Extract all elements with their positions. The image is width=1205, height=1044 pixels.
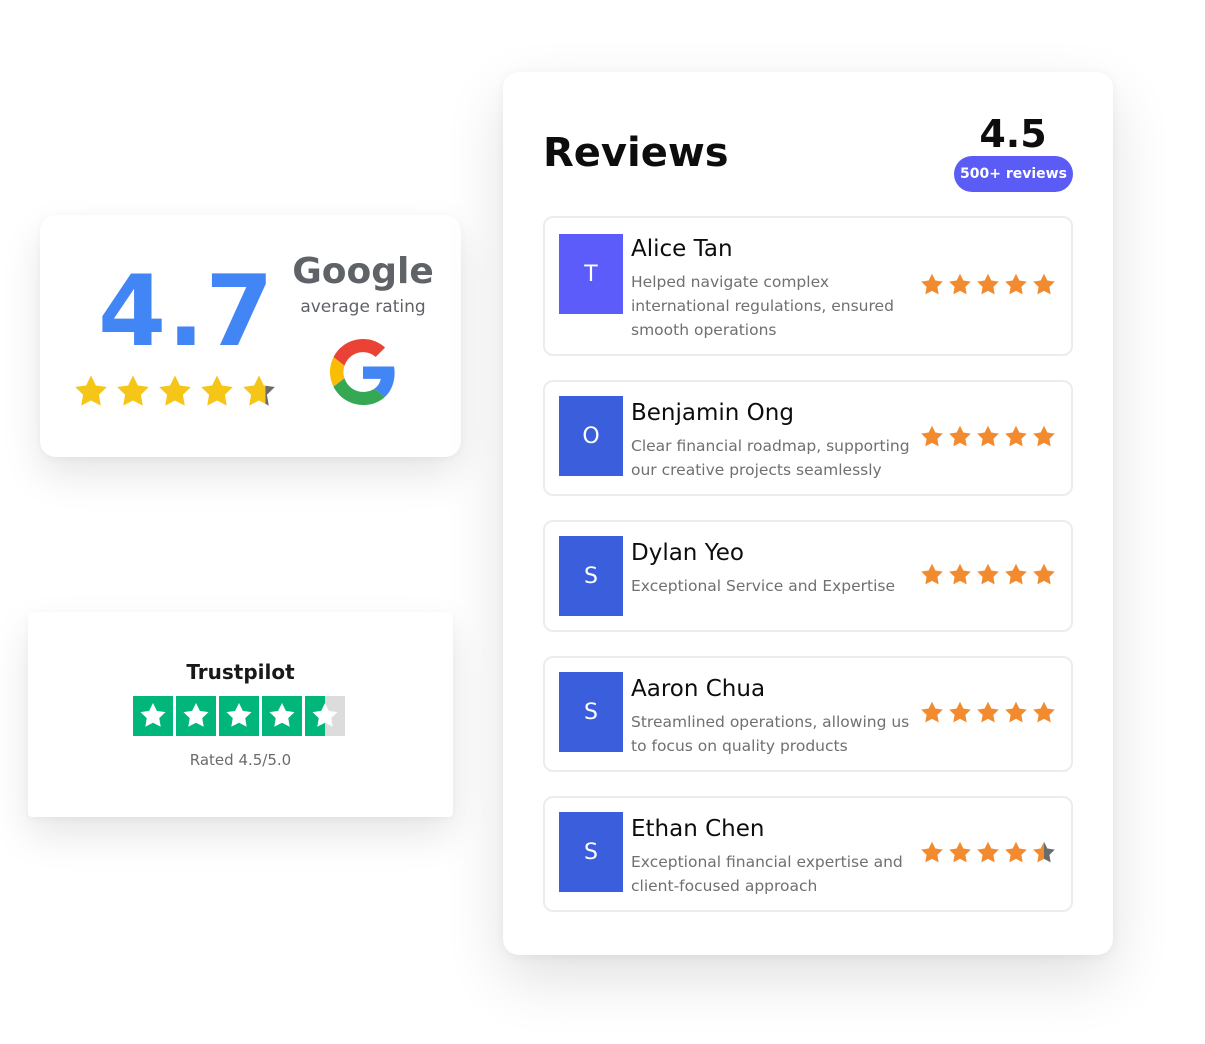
star-icon xyxy=(75,375,107,406)
avatar: S xyxy=(559,672,623,752)
review-text: Clear financial roadmap, supporting our … xyxy=(631,437,910,479)
trustpilot-star-box xyxy=(219,696,259,736)
star-icon xyxy=(977,425,999,447)
star-icon xyxy=(1033,425,1055,447)
avatar: T xyxy=(559,234,623,314)
review-count-badge: 500+ reviews xyxy=(954,156,1073,192)
review-text: Exceptional Service and Expertise xyxy=(631,577,896,595)
review-item: S Ethan Chen Exceptional financial exper… xyxy=(543,796,1073,912)
star-icon xyxy=(243,375,275,406)
review-item: S Aaron Chua Streamlined operations, all… xyxy=(543,656,1073,772)
reviewer-name: Benjamin Ong xyxy=(631,400,794,426)
google-rating-card: 4.7 Google average rating xyxy=(40,215,461,457)
trustpilot-star-box xyxy=(176,696,216,736)
google-wordmark: Google xyxy=(292,251,434,292)
star-icon xyxy=(183,703,209,727)
trustpilot-rated-text: Rated 4.5/5.0 xyxy=(189,751,292,769)
star-icon xyxy=(1033,563,1055,585)
review-stars xyxy=(919,272,1057,298)
star-icon xyxy=(140,703,166,727)
reviewer-name: Dylan Yeo xyxy=(631,540,744,566)
star-icon xyxy=(1005,841,1027,863)
trustpilot-star-box xyxy=(262,696,302,736)
star-icon xyxy=(921,273,943,295)
reviews-card: Reviews 4.5 500+ reviews T Alice Tan Hel… xyxy=(503,72,1113,955)
star-icon xyxy=(226,703,252,727)
review-item: S Dylan Yeo Exceptional Service and Expe… xyxy=(543,520,1073,632)
star-icon xyxy=(1005,701,1027,723)
star-icon xyxy=(921,701,943,723)
google-score: 4.7 xyxy=(98,255,275,369)
overall-score: 4.5 xyxy=(979,112,1047,156)
review-text: Exceptional financial expertise and clie… xyxy=(631,853,903,895)
star-icon xyxy=(977,563,999,585)
star-icon xyxy=(949,273,971,295)
review-stars xyxy=(919,840,1057,866)
star-icon xyxy=(977,841,999,863)
star-icon xyxy=(1033,701,1055,723)
avatar: O xyxy=(559,396,623,476)
star-icon xyxy=(1033,841,1055,863)
star-icon xyxy=(201,375,233,406)
star-icon xyxy=(977,273,999,295)
review-item: O Benjamin Ong Clear financial roadmap, … xyxy=(543,380,1073,496)
avatar: S xyxy=(559,536,623,616)
review-item: T Alice Tan Helped navigate complex inte… xyxy=(543,216,1073,356)
review-text: Helped navigate complex international re… xyxy=(631,273,894,339)
trustpilot-stars xyxy=(133,696,345,736)
star-icon xyxy=(159,375,191,406)
google-stars xyxy=(72,373,278,411)
avatar: S xyxy=(559,812,623,892)
reviewer-name: Ethan Chen xyxy=(631,816,765,842)
google-subtitle: average rating xyxy=(300,297,426,317)
trustpilot-star-box xyxy=(305,696,345,736)
star-icon xyxy=(312,703,338,727)
trustpilot-star-box xyxy=(133,696,173,736)
reviews-title: Reviews xyxy=(543,130,729,176)
star-icon xyxy=(269,703,295,727)
star-icon xyxy=(949,563,971,585)
star-icon xyxy=(921,563,943,585)
star-icon xyxy=(921,841,943,863)
review-stars xyxy=(919,562,1057,588)
star-icon xyxy=(949,841,971,863)
trustpilot-card: Trustpilot Rated 4.5/5.0 xyxy=(28,612,453,817)
star-icon xyxy=(1005,273,1027,295)
star-icon xyxy=(117,375,149,406)
star-icon xyxy=(949,701,971,723)
star-icon xyxy=(949,425,971,447)
trustpilot-name: Trustpilot xyxy=(186,660,295,684)
review-text: Streamlined operations, allowing us to f… xyxy=(631,713,910,755)
star-icon xyxy=(921,425,943,447)
star-icon xyxy=(1005,563,1027,585)
reviewer-name: Alice Tan xyxy=(631,236,733,262)
reviewer-name: Aaron Chua xyxy=(631,676,766,702)
review-stars xyxy=(919,424,1057,450)
star-icon xyxy=(977,701,999,723)
star-icon xyxy=(1033,273,1055,295)
google-g-icon xyxy=(330,339,395,405)
star-icon xyxy=(1005,425,1027,447)
review-stars xyxy=(919,700,1057,726)
